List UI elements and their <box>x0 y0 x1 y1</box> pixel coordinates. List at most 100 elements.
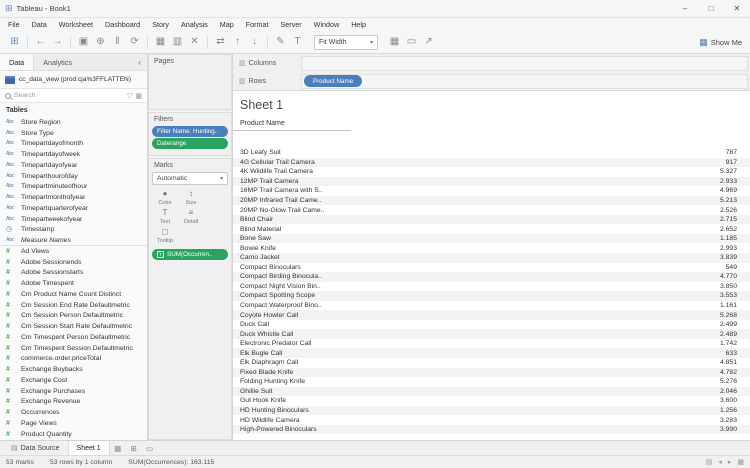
field-store-type[interactable]: Abc Store Type <box>0 128 147 139</box>
field-ad-views[interactable]: # Ad Views <box>0 246 147 257</box>
field-timeparthourofday[interactable]: Abc Timeparthourofday <box>0 171 147 182</box>
field-measure-names[interactable]: Abc Measure Names <box>0 235 147 246</box>
field-page-views[interactable]: # Page Views <box>0 418 147 429</box>
table-row[interactable]: Compact Binoculars 549 <box>233 263 750 273</box>
table-row[interactable]: High-Powered Binoculars 3.990 <box>233 424 750 435</box>
next-sheet-icon[interactable]: ▸ <box>728 458 732 466</box>
add-data-icon[interactable]: ⊕ <box>92 37 109 47</box>
table-row[interactable]: Bone Saw 1.185 <box>233 233 750 244</box>
field-timepartminuteofhour[interactable]: Abc Timepartminuteofhour <box>0 182 147 193</box>
menu-item-file[interactable]: File <box>2 20 26 29</box>
marks-pill-sum-occurren[interactable]: T SUM(Occurren.. <box>152 249 228 260</box>
table-row[interactable]: Electronic Predator Call 1.742 <box>233 339 750 349</box>
table-row[interactable]: Elk Bugle Call 633 <box>233 348 750 359</box>
field-timepartquarterofyear[interactable]: Abc Timepartquarterofyear <box>0 203 147 214</box>
show-sheet-sorter-icon[interactable]: ▦ <box>737 458 744 466</box>
new-worksheet-button[interactable]: ▦ <box>110 441 126 455</box>
search-input[interactable] <box>14 92 124 99</box>
marks-card[interactable]: Marks Automatic ▾ ● Color ↕ Size T Text ≡ Detai… <box>148 158 232 440</box>
menu-item-map[interactable]: Map <box>214 20 240 29</box>
filter-pill-filter-name-hunting[interactable]: Filter Name: Hunting.. <box>152 126 228 137</box>
table-row[interactable]: Duck Call 2.499 <box>233 320 750 330</box>
duplicate-icon[interactable]: ▥ <box>169 37 186 47</box>
table-row[interactable]: 12MP Trail Camera 2.933 <box>233 176 750 187</box>
new-dashboard-button[interactable]: ⊞ <box>126 441 142 455</box>
save-icon[interactable]: ▣ <box>75 37 92 47</box>
field-cm-product-name-count-distinct[interactable]: # Cm Product Name Count Distinct <box>0 289 147 300</box>
new-story-button[interactable]: ▭ <box>142 441 158 455</box>
field-commerce-order-pricetotal[interactable]: # commerce.order.priceTotal <box>0 354 147 365</box>
menu-item-window[interactable]: Window <box>308 20 346 29</box>
tab-data[interactable]: Data <box>0 54 35 70</box>
sort-ascending-icon[interactable]: ↑ <box>229 37 246 47</box>
field-timepartmonthofyear[interactable]: Abc Timepartmonthofyear <box>0 192 147 203</box>
close-button[interactable]: ✕ <box>724 0 750 17</box>
rows-shelf[interactable]: ▥ Rows Product Name <box>233 72 750 90</box>
menu-item-story[interactable]: Story <box>146 20 175 29</box>
color-button[interactable]: ● Color <box>155 190 175 207</box>
table-row[interactable]: 20MP Infrared Trail Came.. 5.213 <box>233 195 750 206</box>
table-row[interactable]: Elk Diaphragm Call 4.851 <box>233 358 750 368</box>
table-row[interactable]: HD Wildlife Camera 3.283 <box>233 415 750 425</box>
maximize-button[interactable]: □ <box>698 0 724 17</box>
table-row[interactable]: 3D Leafy Suit 787 <box>233 148 750 158</box>
field-exchange-purchases[interactable]: # Exchange Purchases <box>0 386 147 397</box>
tableau-logo-icon[interactable]: ⊞ <box>6 37 23 47</box>
table-row[interactable]: Bowie Knife 2.993 <box>233 243 750 253</box>
field-cm-session-start-rate-defaultmetric[interactable]: # Cm Session Start Rate Defaultmetric <box>0 321 147 332</box>
table-row[interactable]: Compact Night Vision Bin.. 3.850 <box>233 282 750 292</box>
table-row[interactable]: 4K Wildlife Trail Camera 5.327 <box>233 167 750 177</box>
field-timepartdayofweek[interactable]: Abc Timepartdayofweek <box>0 149 147 160</box>
menu-item-help[interactable]: Help <box>345 20 372 29</box>
table-row[interactable]: Blind Material 2.652 <box>233 224 750 234</box>
swap-axes-icon[interactable]: ⇄ <box>212 37 229 47</box>
menu-item-dashboard[interactable]: Dashboard <box>99 20 146 29</box>
field-cm-timespent-session-defaultmetric[interactable]: # Cm Timespent Session Defaultmetric <box>0 343 147 354</box>
previous-sheet-icon[interactable]: ◂ <box>718 458 722 466</box>
table-row[interactable]: Compact Birding Binocula.. 4.770 <box>233 272 750 282</box>
back-icon[interactable]: ← <box>32 37 49 47</box>
filters-card[interactable]: Filters Filter Name: Hunting.. Daterange <box>148 112 232 156</box>
field-timestamp[interactable]: ◷ Timestamp <box>0 225 147 236</box>
run-updates-icon[interactable]: ⟳ <box>126 37 143 47</box>
field-timepartdayofmonth[interactable]: Abc Timepartdayofmonth <box>0 139 147 150</box>
field-adobe-sessionends[interactable]: # Adobe Sessionends <box>0 257 147 268</box>
rows-pill-product-name[interactable]: Product Name <box>304 75 363 87</box>
pages-card[interactable]: Pages <box>148 54 232 110</box>
filter-pill-daterange[interactable]: Daterange <box>152 138 228 149</box>
table-row[interactable]: Duck Whistle Call 2.489 <box>233 329 750 339</box>
table-row[interactable]: 4G Cellular Trail Camera 917 <box>233 157 750 168</box>
menu-item-format[interactable]: Format <box>240 20 275 29</box>
sort-descending-icon[interactable]: ↓ <box>246 37 263 47</box>
table-row[interactable]: Ghillie Suit 2.046 <box>233 386 750 397</box>
table-row[interactable]: Blind Chair 2.715 <box>233 214 750 225</box>
table-row[interactable]: Fixed Blade Knife 4.782 <box>233 367 750 378</box>
field-exchange-cost[interactable]: # Exchange Cost <box>0 375 147 386</box>
tab-data-source[interactable]: ▤ Data Source <box>3 441 69 455</box>
table-column-header[interactable]: Product Name <box>233 112 351 131</box>
highlight-icon[interactable]: ✎ <box>272 37 289 47</box>
menu-item-worksheet[interactable]: Worksheet <box>53 20 99 29</box>
field-cm-session-end-rate-defaultmetric[interactable]: # Cm Session End Rate Defaultmetric <box>0 300 147 311</box>
collapse-pane-icon[interactable]: ‹ <box>132 54 147 70</box>
field-adobe-sessionstarts[interactable]: # Adobe Sessionstarts <box>0 268 147 279</box>
table-row[interactable]: Compact Spotting Scope 3.553 <box>233 291 750 301</box>
view-options-icon[interactable]: ▦ <box>135 92 142 100</box>
new-worksheet-icon[interactable]: ▦ <box>152 37 169 47</box>
minimize-button[interactable]: – <box>672 0 698 17</box>
presentation-mode-icon[interactable]: ▭ <box>403 37 420 47</box>
tooltip-button[interactable]: ◻ Tooltip <box>155 228 175 245</box>
fit-dropdown[interactable]: Fit Width ▾ <box>314 34 378 50</box>
field-exchange-buybacks[interactable]: # Exchange Buybacks <box>0 364 147 375</box>
size-button[interactable]: ↕ Size <box>181 190 201 207</box>
columns-shelf[interactable]: ▥ Columns <box>233 54 750 72</box>
field-occurrences[interactable]: # Occurrences <box>0 407 147 418</box>
filter-fields-icon[interactable]: ▽ <box>127 92 132 100</box>
field-timepartdayofyear[interactable]: Abc Timepartdayofyear <box>0 160 147 171</box>
tab-analytics[interactable]: Analytics <box>34 54 81 70</box>
field-store-region[interactable]: Abc Store Region <box>0 117 147 128</box>
menu-item-analysis[interactable]: Analysis <box>175 20 214 29</box>
field-timepartweekofyear[interactable]: Abc Timepartweekofyear <box>0 214 147 225</box>
show-me-button[interactable]: ▦ Show Me <box>699 37 744 48</box>
table-row[interactable]: Coyote Howler Call 5.268 <box>233 310 750 320</box>
